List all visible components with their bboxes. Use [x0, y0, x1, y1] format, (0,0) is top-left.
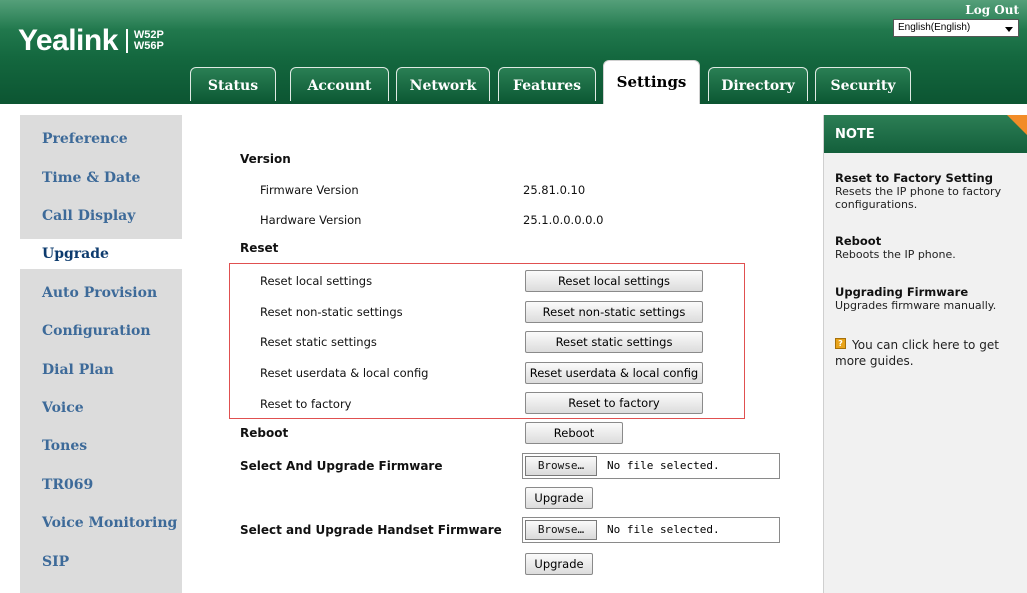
note-heading: NOTE: [824, 115, 1027, 153]
sidebar-item-configuration[interactable]: Configuration: [20, 316, 182, 346]
firmware-version-label: Firmware Version: [260, 183, 359, 197]
reset-heading: Reset: [240, 241, 279, 255]
firmware-browse-button[interactable]: Browse…: [525, 456, 597, 476]
hardware-version-label: Hardware Version: [260, 213, 362, 227]
firmware-upgrade-label: Select And Upgrade Firmware: [240, 459, 443, 473]
sidebar: Preference Time & Date Call Display Upgr…: [20, 115, 190, 593]
reset-userdata-label: Reset userdata & local config: [260, 366, 429, 380]
language-value: English(English): [898, 22, 971, 33]
tab-settings[interactable]: Settings: [603, 60, 700, 104]
version-heading: Version: [240, 152, 291, 166]
tab-account[interactable]: Account: [290, 67, 389, 101]
handset-browse-button[interactable]: Browse…: [525, 520, 597, 540]
note-upgrade-title: Upgrading Firmware: [835, 285, 969, 299]
logo-divider: [125, 29, 128, 53]
sidebar-item-sip[interactable]: SIP: [20, 547, 182, 577]
sidebar-item-preference[interactable]: Preference: [20, 124, 182, 154]
note-upgrade-text: Upgrades firmware manually.: [835, 299, 997, 312]
sidebar-item-voice[interactable]: Voice: [20, 393, 182, 423]
sidebar-item-tones[interactable]: Tones: [20, 431, 182, 461]
reset-static-button[interactable]: Reset static settings: [525, 331, 703, 353]
sidebar-item-upgrade[interactable]: Upgrade: [20, 239, 190, 269]
note-factory-title: Reset to Factory Setting: [835, 171, 993, 185]
header-bar: Yealink W52P W56P Log Out English(Englis…: [0, 0, 1027, 104]
sidebar-item-dial-plan[interactable]: Dial Plan: [20, 355, 182, 385]
handset-upgrade-button[interactable]: Upgrade: [525, 553, 593, 575]
note-corner-accent: [1007, 115, 1027, 135]
sidebar-item-auto-provision[interactable]: Auto Provision: [20, 278, 182, 308]
brand-name: Yealink: [18, 24, 118, 57]
sidebar-item-voice-monitoring[interactable]: Voice Monitoring: [20, 508, 182, 538]
note-guide-link[interactable]: You can click here to get more guides.: [835, 337, 1025, 369]
handset-file-status: No file selected.: [607, 523, 720, 536]
sidebar-item-tr069[interactable]: TR069: [20, 470, 182, 500]
brand-logo: Yealink W52P W56P: [18, 24, 164, 58]
reset-non-static-button[interactable]: Reset non-static settings: [525, 301, 703, 323]
tab-network[interactable]: Network: [396, 67, 490, 101]
model-bottom: W56P: [133, 40, 164, 52]
tab-security[interactable]: Security: [815, 67, 911, 101]
reset-local-label: Reset local settings: [260, 274, 373, 288]
sidebar-item-time-date[interactable]: Time & Date: [20, 163, 182, 193]
chevron-down-icon: [1005, 27, 1013, 32]
logout-link[interactable]: Log Out: [965, 3, 1019, 17]
reset-non-static-label: Reset non-static settings: [260, 305, 403, 319]
reset-static-label: Reset static settings: [260, 335, 377, 349]
reboot-label: Reboot: [240, 426, 289, 440]
model-names: W52P W56P: [134, 30, 164, 52]
note-reboot-text: Reboots the IP phone.: [835, 248, 956, 261]
tab-directory[interactable]: Directory: [708, 67, 808, 101]
hardware-version-value: 25.1.0.0.0.0.0: [523, 213, 604, 227]
note-factory-text: Resets the IP phone to factory configura…: [835, 185, 1002, 211]
sidebar-item-call-display[interactable]: Call Display: [20, 201, 182, 231]
reset-local-button[interactable]: Reset local settings: [525, 270, 703, 292]
firmware-version-value: 25.81.0.10: [523, 183, 586, 197]
reboot-button[interactable]: Reboot: [525, 422, 623, 444]
reset-factory-button[interactable]: Reset to factory: [525, 392, 703, 414]
tab-status[interactable]: Status: [190, 67, 276, 101]
handset-file-picker[interactable]: Browse… No file selected.: [522, 517, 780, 543]
reset-userdata-button[interactable]: Reset userdata & local config: [525, 362, 703, 384]
note-heading-text: NOTE: [835, 127, 875, 142]
tab-features[interactable]: Features: [498, 67, 596, 101]
reset-factory-label: Reset to factory: [260, 397, 352, 411]
note-reboot-title: Reboot: [835, 234, 882, 248]
handset-upgrade-label: Select and Upgrade Handset Firmware: [240, 523, 502, 537]
firmware-file-picker[interactable]: Browse… No file selected.: [522, 453, 780, 479]
firmware-file-status: No file selected.: [607, 459, 720, 472]
language-select[interactable]: English(English): [893, 19, 1019, 37]
note-panel: NOTE Reset to Factory Setting Resets the…: [823, 115, 1027, 593]
firmware-upgrade-button[interactable]: Upgrade: [525, 487, 593, 509]
